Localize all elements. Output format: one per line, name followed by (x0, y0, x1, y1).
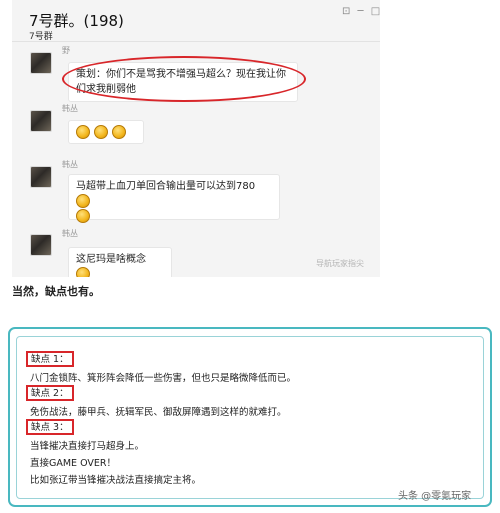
chat-header: 7号群。(198) 7号群 ⊡ ─ □ (12, 0, 380, 42)
weakness-tag-1: 缺点 1： (26, 351, 74, 367)
group-title: 7号群。(198) (29, 12, 124, 30)
red-highlight-oval (62, 56, 306, 102)
message-bubble: 马超带上血刀单回合输出量可以达到780 (68, 174, 280, 223)
emoji-icon (76, 267, 90, 277)
emoji-icon (94, 125, 108, 139)
avatar[interactable] (30, 110, 52, 132)
avatar[interactable] (30, 52, 52, 74)
message-text: 这尼玛是啥概念 (76, 254, 146, 265)
emoji-icon (76, 125, 90, 139)
sender-name: 韩丛 (62, 104, 78, 113)
chat-watermark: 导航玩家指尖 (316, 259, 364, 268)
message-text: 马超带上血刀单回合输出量可以达到780 (76, 181, 256, 192)
weakness-text-2: 免伤战法，藤甲兵、抚辑军民、御敌屏障遇到这样的就难打。 (30, 407, 287, 418)
sender-name: 韩丛 (62, 229, 78, 238)
sender-name: 韩丛 (62, 160, 78, 169)
weakness-tag-2: 缺点 2： (26, 385, 74, 401)
weakness-text-1: 八门金锁阵、箕形阵会降低一些伤害，但也只是略微降低而已。 (30, 373, 297, 384)
weakness-text-5: 比如张辽带当锋摧决战法直接搞定主将。 (30, 475, 202, 486)
source-watermark: 头条 @零氪玩家 (398, 491, 472, 502)
group-subtitle: 7号群 (29, 32, 53, 42)
weakness-text-4: 直接GAME OVER！ (30, 458, 116, 469)
weakness-text-3: 当锋摧决直接打马超身上。 (30, 441, 145, 452)
message-bubble: 这尼玛是啥概念 (68, 247, 172, 277)
sender-name: 野 (62, 46, 70, 55)
emoji-icon (76, 194, 90, 208)
avatar[interactable] (30, 166, 52, 188)
weakness-tag-3: 缺点 3： (26, 419, 74, 435)
avatar[interactable] (30, 234, 52, 256)
emoji-icon (76, 209, 90, 223)
article-caption: 当然，缺点也有。 (12, 285, 100, 298)
emoji-icon (112, 125, 126, 139)
chat-screenshot: 7号群。(198) 7号群 ⊡ ─ □ 野 策划：你们不是骂我不增强马超么？现在… (12, 0, 380, 277)
emoji-bubble (68, 120, 144, 144)
window-controls-icon[interactable]: ⊡ ─ □ (342, 6, 380, 17)
